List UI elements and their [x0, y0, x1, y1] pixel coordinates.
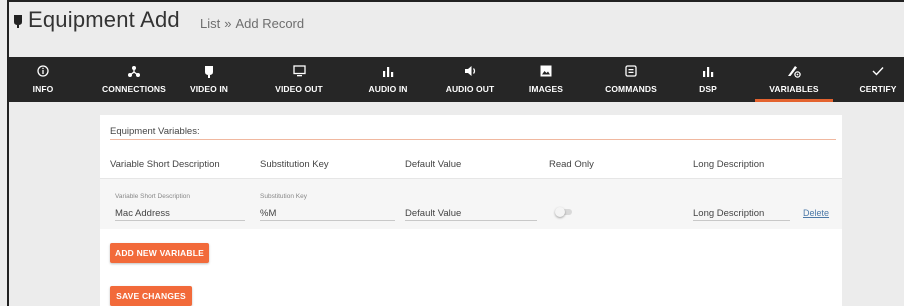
commands-icon — [625, 64, 637, 78]
tab-video-out[interactable]: VIDEO OUT — [271, 57, 327, 102]
column-header-long-description: Long Description — [693, 159, 765, 170]
video-in-icon — [14, 15, 22, 28]
section-divider — [110, 139, 836, 140]
short-description-field[interactable]: Variable Short Description Mac Address — [115, 193, 245, 221]
tab-variables[interactable]: VARIABLES — [755, 57, 833, 102]
tab-audio-out[interactable]: AUDIO OUT — [442, 57, 498, 102]
breadcrumb: List » Add Record — [200, 16, 308, 31]
tab-connections[interactable]: CONNECTIONS — [98, 57, 170, 102]
add-new-variable-button[interactable]: ADD NEW VARIABLE — [110, 243, 209, 263]
breadcrumb-list-link[interactable]: List — [200, 16, 220, 31]
video-in-icon — [204, 64, 214, 78]
column-header-read-only: Read Only — [549, 159, 594, 170]
section-nav: INFO CONNECTIONS VIDEO IN VIDEO OUT AUDI — [9, 57, 904, 102]
tab-dsp[interactable]: DSP — [693, 57, 723, 102]
bars-icon — [382, 64, 394, 78]
tab-commands[interactable]: COMMANDS — [601, 57, 661, 102]
breadcrumb-separator: » — [224, 16, 232, 31]
speaker-icon — [464, 64, 477, 78]
tab-video-in[interactable]: VIDEO IN — [185, 57, 233, 102]
substitution-key-field[interactable]: Substitution Key %M — [260, 193, 395, 221]
bars-icon — [702, 64, 714, 78]
default-value-field[interactable]: Default Value — [405, 193, 537, 221]
column-header-short-description: Variable Short Description — [110, 159, 220, 170]
section-title: Equipment Variables: — [110, 126, 200, 137]
monitor-icon — [292, 64, 306, 78]
long-description-field[interactable]: Long Description — [693, 193, 790, 221]
column-header-default-value: Default Value — [405, 159, 462, 170]
tab-images[interactable]: IMAGES — [526, 57, 566, 102]
tab-info[interactable]: INFO — [23, 57, 63, 102]
variables-panel: Equipment Variables: Variable Short Desc… — [100, 115, 842, 306]
tab-certify[interactable]: CERTIFY — [858, 57, 898, 102]
info-icon — [37, 64, 49, 78]
check-icon — [872, 64, 884, 78]
delete-link[interactable]: Delete — [803, 208, 829, 218]
column-header-substitution-key: Substitution Key — [260, 159, 329, 170]
page-header: Equipment Add List » Add Record — [9, 2, 904, 58]
app-frame: Equipment Add List » Add Record INFO CONNE… — [7, 0, 904, 306]
save-changes-button[interactable]: SAVE CHANGES — [110, 286, 192, 306]
image-icon — [540, 64, 552, 78]
variables-icon — [787, 64, 801, 78]
active-tab-indicator — [755, 99, 833, 102]
tab-audio-in[interactable]: AUDIO IN — [364, 57, 412, 102]
read-only-toggle[interactable] — [555, 207, 573, 217]
page-title: Equipment Add — [28, 7, 180, 32]
breadcrumb-current: Add Record — [235, 16, 305, 31]
connections-icon — [128, 64, 140, 78]
